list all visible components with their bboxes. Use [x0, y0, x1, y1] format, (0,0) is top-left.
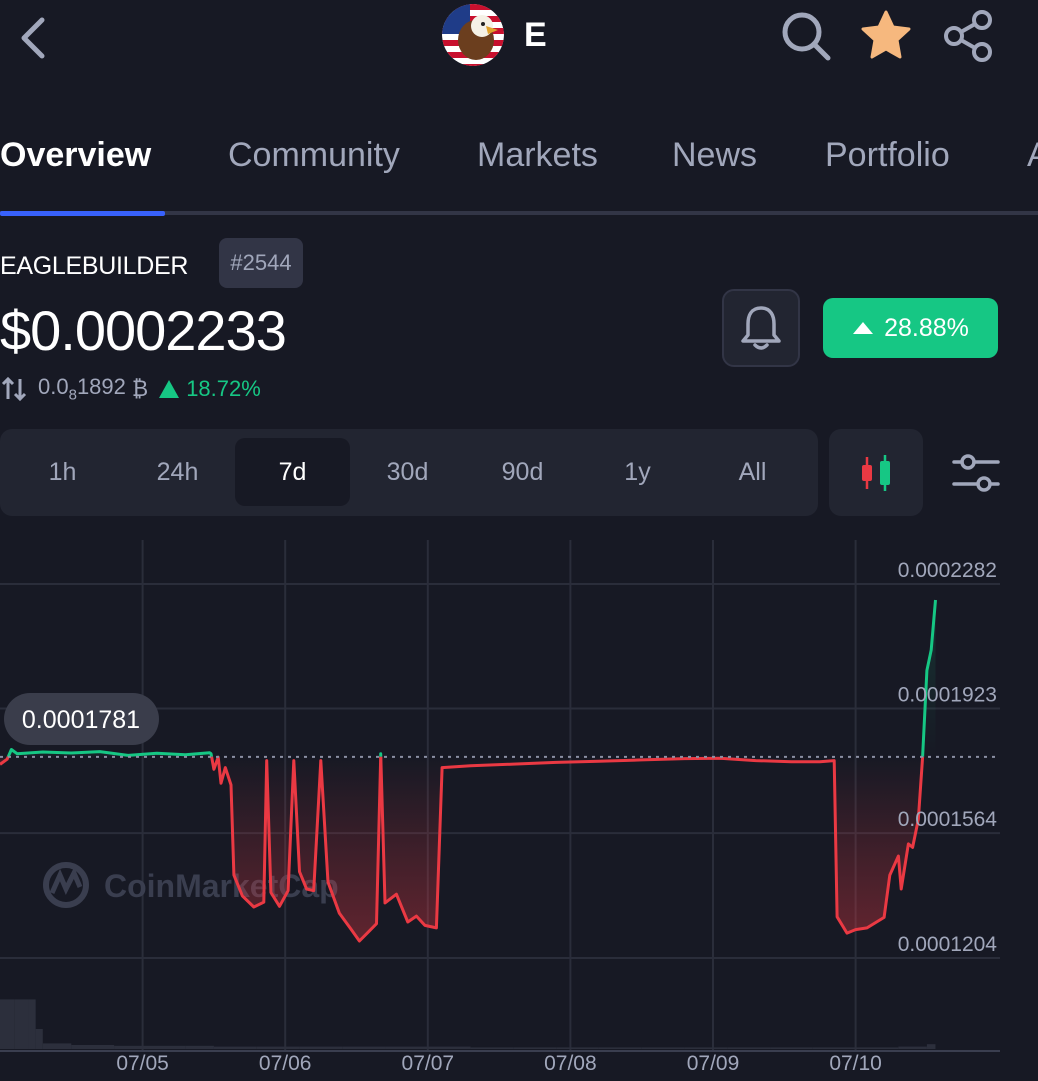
- share-icon: [944, 10, 992, 62]
- triangle-up-icon: [159, 379, 180, 398]
- tab-more[interactable]: A: [1027, 136, 1038, 175]
- volume-bar: [855, 1047, 899, 1049]
- coin-ticker: E: [524, 16, 547, 54]
- volume-bar: [213, 1046, 257, 1049]
- volume-bar: [342, 1046, 386, 1049]
- volume-bar: [727, 1047, 771, 1049]
- range-all[interactable]: All: [695, 438, 810, 506]
- volume-bar: [770, 1047, 813, 1049]
- triangle-up-icon: [853, 322, 874, 334]
- star-icon: [861, 10, 911, 59]
- range-1h[interactable]: 1h: [5, 438, 120, 506]
- area-fill-down: [380, 756, 923, 934]
- btc-symbol: ₿: [131, 375, 149, 401]
- x-tick-label: 07/06: [259, 1052, 312, 1075]
- price-change-value: 28.88%: [884, 313, 969, 342]
- x-tick-label: 07/05: [116, 1052, 169, 1075]
- price-alert-button[interactable]: [722, 289, 800, 367]
- candlestick-icon: [862, 454, 890, 491]
- chart-watermark: CoinMarketCap: [43, 862, 339, 908]
- volume-bar: [898, 1046, 927, 1049]
- volume-bar: [385, 1046, 428, 1049]
- range-30d[interactable]: 30d: [350, 438, 465, 506]
- back-button[interactable]: [14, 14, 54, 62]
- volume-bar: [35, 1029, 43, 1049]
- tab-markets[interactable]: Markets: [477, 136, 598, 175]
- coin-logo: [442, 4, 504, 66]
- volume-bar: [185, 1045, 214, 1049]
- tab-overview[interactable]: Overview: [0, 136, 151, 175]
- coin-price: $0.0002233: [0, 299, 287, 362]
- price-change-badge: 28.88%: [823, 298, 998, 358]
- volume-bar: [71, 1045, 115, 1049]
- btc-price-row: 0.081892 ₿ 18.72%: [0, 374, 261, 403]
- volume-bar: [14, 999, 29, 1049]
- search-button[interactable]: [778, 8, 834, 64]
- y-tick-label: 0.0001204: [898, 933, 998, 956]
- volume-bar: [556, 1047, 599, 1049]
- back-icon: [21, 17, 45, 59]
- bell-icon: [741, 306, 781, 350]
- btc-price: 0.081892: [38, 374, 126, 404]
- btc-change: 18.72%: [186, 375, 261, 401]
- chart-settings-button[interactable]: [948, 448, 1004, 498]
- swap-arrows-icon[interactable]: [0, 375, 28, 403]
- volume-bar: [926, 1044, 936, 1049]
- range-7d[interactable]: 7d: [235, 438, 350, 506]
- range-1y[interactable]: 1y: [580, 438, 695, 506]
- volume-bar: [142, 1045, 186, 1049]
- volume-bar: [427, 1046, 471, 1049]
- volume-bar: [513, 1047, 557, 1049]
- y-tick-label: 0.0001923: [898, 684, 997, 707]
- y-tick-label: 0.0001564: [898, 808, 998, 831]
- reference-label: 0.0001781: [4, 693, 159, 745]
- sliders-icon: [952, 454, 1000, 492]
- share-button[interactable]: [938, 6, 998, 66]
- x-tick-label: 07/09: [687, 1052, 740, 1075]
- volume-bar: [598, 1047, 642, 1049]
- rank-badge: #2544: [219, 238, 303, 288]
- volume-bar: [42, 1043, 72, 1049]
- x-tick-label: 07/07: [402, 1052, 455, 1075]
- watchlist-star-button[interactable]: [856, 6, 916, 66]
- search-icon: [782, 12, 831, 61]
- range-24h[interactable]: 24h: [120, 438, 235, 506]
- reference-value-label: 0.0001781: [22, 706, 140, 734]
- coin-name: EAGLEBUILDER: [0, 252, 189, 280]
- volume-bar: [299, 1046, 343, 1049]
- tab-community[interactable]: Community: [228, 136, 400, 175]
- tab-portfolio[interactable]: Portfolio: [825, 136, 950, 175]
- x-tick-label: 07/10: [829, 1052, 882, 1075]
- range-90d[interactable]: 90d: [465, 438, 580, 506]
- volume-bar: [114, 1045, 143, 1049]
- price-chart[interactable]: CoinMarketCap 0.0002282 0.0001923 0.000156…: [0, 535, 1038, 1081]
- candlestick-toggle-button[interactable]: [829, 429, 923, 516]
- volume-bar: [684, 1047, 728, 1049]
- tab-news[interactable]: News: [672, 136, 757, 175]
- x-tick-label: 07/08: [544, 1052, 597, 1075]
- volume-bar: [28, 999, 36, 1049]
- volume-bar: [0, 999, 15, 1049]
- y-tick-label: 0.0002282: [898, 559, 997, 582]
- volume-bar: [256, 1046, 300, 1049]
- active-tab-indicator: [0, 211, 165, 216]
- volume-bars: [0, 999, 936, 1049]
- volume-bar: [812, 1047, 856, 1049]
- volume-bar: [641, 1047, 685, 1049]
- volume-bar: [470, 1047, 514, 1049]
